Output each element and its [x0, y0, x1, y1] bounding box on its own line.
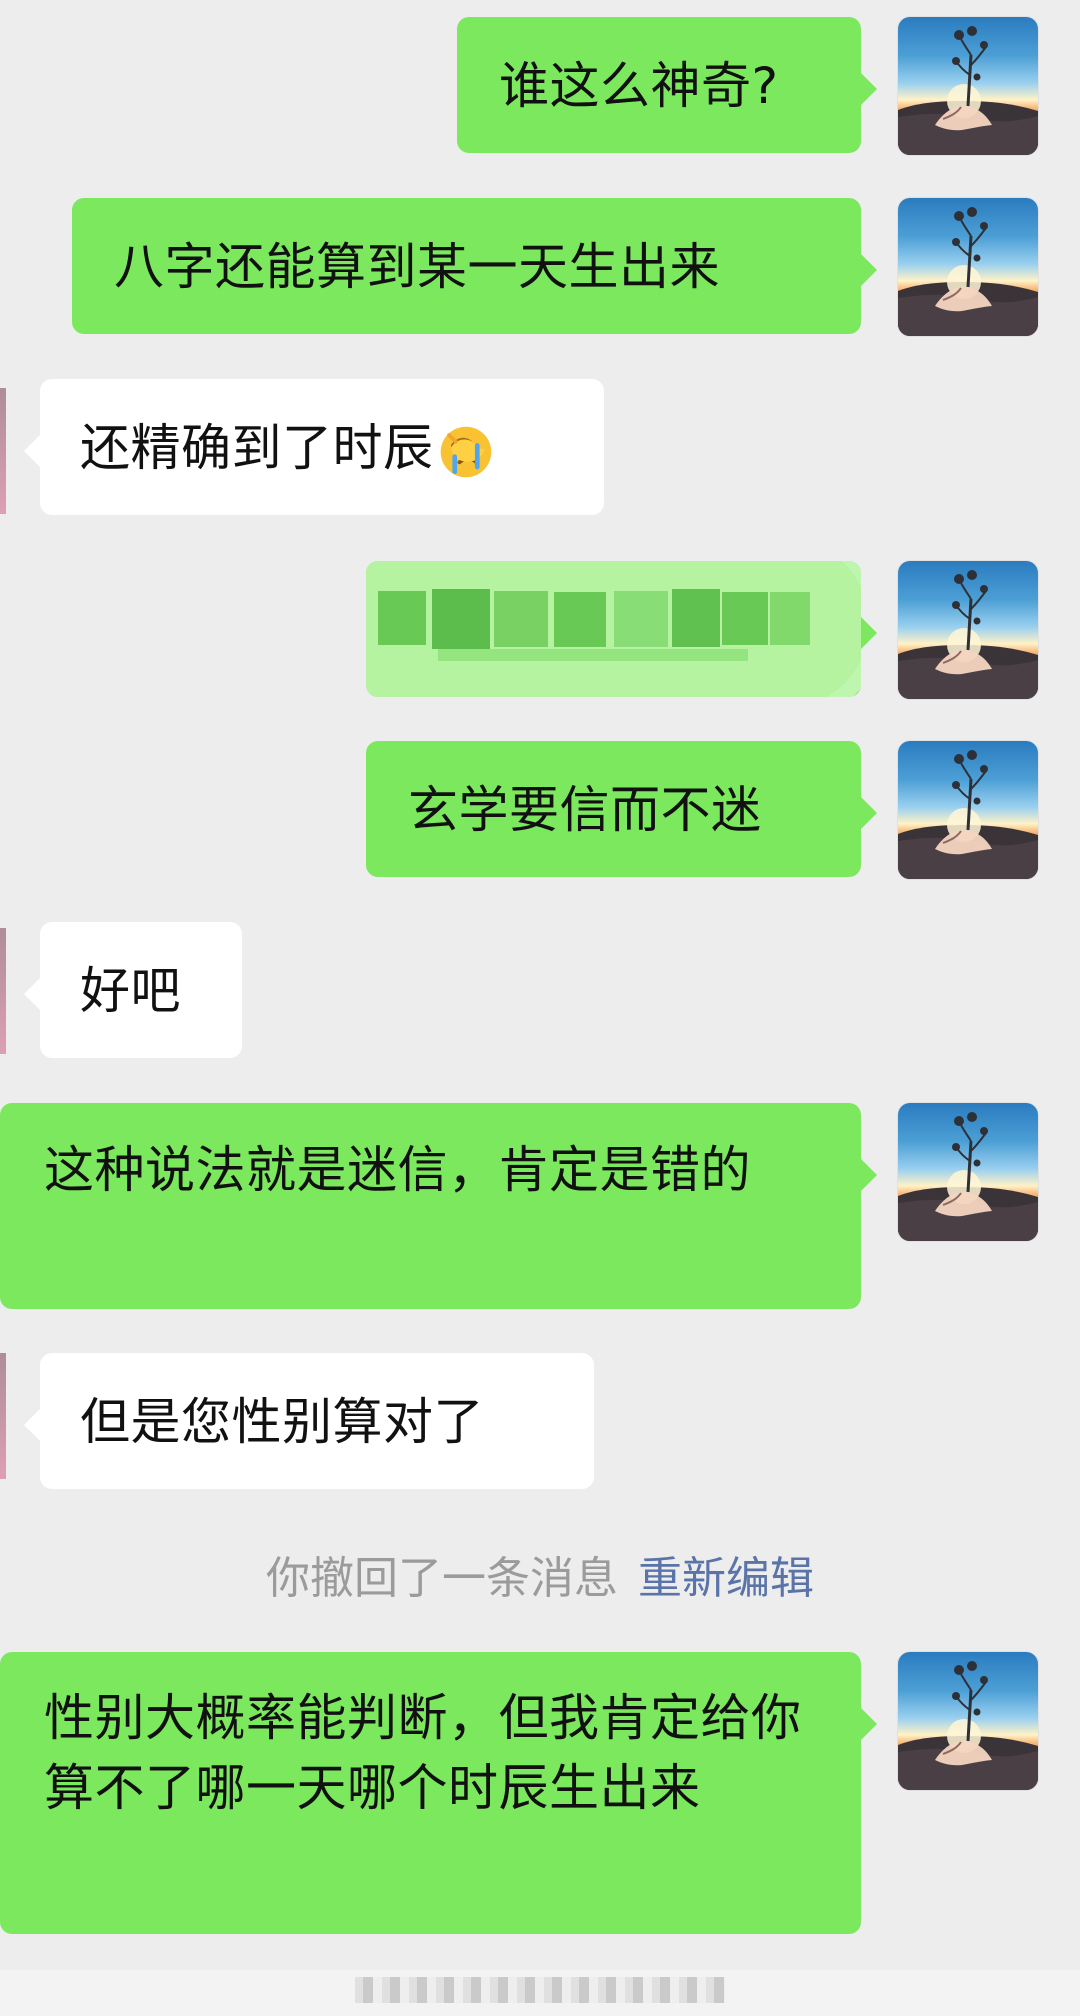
message-text: 这种说法就是迷信，肯定是错的 [44, 1141, 751, 1199]
recall-message: 你撤回了一条消息 [266, 1553, 618, 1604]
message-bubble-outgoing-redacted[interactable] [366, 561, 877, 697]
avatar-art [898, 570, 1038, 699]
message-text: 性别大概率能判断，但我肯定给你算不了哪一天哪个时辰生出来 [44, 1689, 802, 1817]
message-bubble-outgoing[interactable]: 玄学要信而不迷 [366, 741, 877, 877]
partial-avatar-edge [0, 928, 6, 1054]
message-text: 八字还能算到某一天生出来 [114, 238, 720, 296]
redaction-block [722, 592, 768, 645]
message-text: 好吧 [80, 962, 181, 1020]
recall-notice: 你撤回了一条消息 重新编辑 [0, 1542, 1080, 1606]
redaction-block [614, 591, 668, 647]
avatar-art [898, 26, 1038, 155]
redaction-block [378, 591, 426, 645]
message-text: 玄学要信而不迷 [408, 781, 762, 839]
avatar-art [898, 750, 1038, 879]
message-bubble-outgoing[interactable]: 八字还能算到某一天生出来 [72, 198, 877, 334]
chat-window: 谁这么神奇? 八字还能算到某一天生出来 还精确到了时辰 玄学要信而不迷 好吧 这… [0, 0, 1080, 2016]
sunset-hand-avatar[interactable] [898, 17, 1038, 155]
partial-avatar-edge [0, 388, 6, 514]
redacted-content [366, 561, 861, 697]
message-text: 但是您性别算对了 [80, 1393, 484, 1451]
message-text: 还精确到了时辰 [80, 413, 604, 483]
message-bubble-outgoing[interactable]: 这种说法就是迷信，肯定是错的 [0, 1103, 877, 1309]
facepalm-crying-emoji [440, 426, 491, 477]
redaction-block [770, 592, 810, 645]
avatar-art [898, 207, 1038, 336]
partial-avatar-edge [0, 1353, 6, 1479]
avatar-art [898, 1112, 1038, 1241]
redaction-block [672, 589, 720, 647]
message-text: 谁这么神奇? [499, 57, 779, 115]
message-bubble-outgoing[interactable]: 性别大概率能判断，但我肯定给你算不了哪一天哪个时辰生出来 [0, 1652, 877, 1934]
message-bubble-incoming[interactable]: 还精确到了时辰 [24, 379, 604, 515]
message-text-content: 还精确到了时辰 [80, 419, 434, 477]
redaction-block [494, 591, 548, 647]
message-bubble-outgoing[interactable]: 谁这么神奇? [457, 17, 877, 153]
sunset-hand-avatar[interactable] [898, 1103, 1038, 1241]
message-bubble-incoming[interactable]: 好吧 [24, 922, 242, 1058]
bottom-watermark-strip [0, 1970, 1080, 2016]
bottom-watermark [355, 1977, 725, 2003]
sunset-hand-avatar[interactable] [898, 741, 1038, 879]
sunset-hand-avatar[interactable] [898, 1652, 1038, 1790]
reedit-link[interactable]: 重新编辑 [638, 1553, 814, 1604]
sunset-hand-avatar[interactable] [898, 561, 1038, 699]
message-bubble-incoming[interactable]: 但是您性别算对了 [24, 1353, 594, 1489]
redaction-block [438, 649, 748, 661]
avatar-art [898, 1661, 1038, 1790]
redaction-block [554, 592, 606, 647]
sunset-hand-avatar[interactable] [898, 198, 1038, 336]
redaction-block [432, 589, 490, 649]
